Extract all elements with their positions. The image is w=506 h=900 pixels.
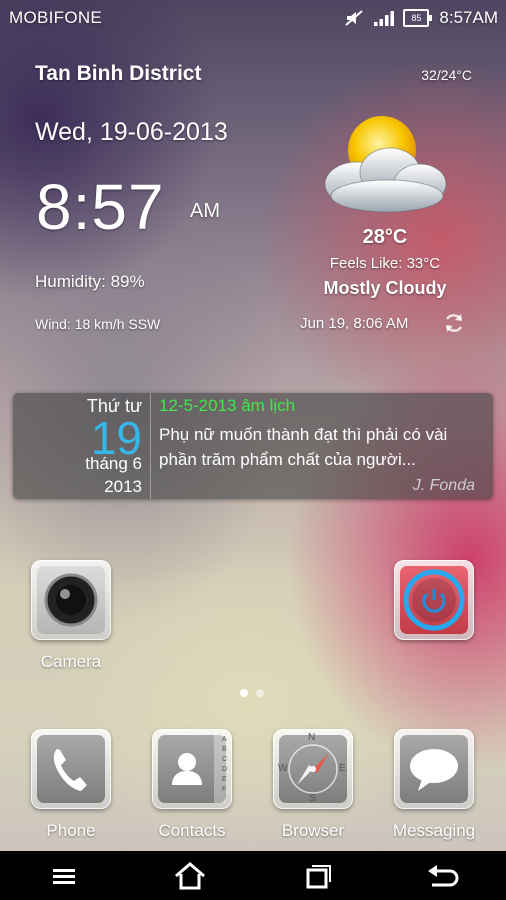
wind-label: Wind: 18 km/h SSW bbox=[35, 316, 161, 332]
contacts-app-button[interactable]: ABCDEF bbox=[152, 729, 232, 809]
refresh-icon[interactable] bbox=[442, 311, 466, 335]
phone-label: Phone bbox=[46, 821, 96, 840]
page-dot-1[interactable] bbox=[240, 689, 248, 697]
page-dot-2[interactable] bbox=[256, 689, 264, 697]
navigation-bar bbox=[0, 851, 506, 900]
back-icon[interactable] bbox=[422, 861, 462, 891]
quote-text: Phụ nữ muốn thành đạt thì phải có vài ph… bbox=[159, 425, 448, 469]
calendar-month: tháng 6 bbox=[85, 454, 142, 473]
last-updated-label: Jun 19, 8:06 AM bbox=[300, 315, 409, 332]
contacts-label: Contacts bbox=[158, 821, 226, 840]
page-indicator[interactable] bbox=[240, 689, 264, 697]
status-time: 8:57AM bbox=[439, 8, 498, 27]
clock-time[interactable]: 8:57 bbox=[36, 170, 165, 244]
weather-condition: Mostly Cloudy bbox=[323, 278, 447, 298]
lunar-date: 12-5-2013 âm lịch bbox=[159, 396, 296, 415]
contacts-index-strip: ABCDEF bbox=[222, 736, 228, 793]
calendar-year: 2013 bbox=[104, 477, 142, 496]
browser-app-button[interactable]: N E S W bbox=[273, 729, 353, 809]
lunar-calendar-widget[interactable]: Thứ tư 19 tháng 6 2013 12-5-2013 âm lịch… bbox=[13, 393, 493, 499]
current-temperature: 28°C bbox=[362, 226, 408, 248]
camera-icon bbox=[37, 566, 105, 634]
compass-south: S bbox=[309, 793, 316, 804]
browser-label: Browser bbox=[281, 821, 345, 840]
recent-apps-icon[interactable] bbox=[296, 861, 336, 891]
mute-icon bbox=[345, 10, 364, 26]
home-icon[interactable] bbox=[170, 861, 210, 891]
messaging-label: Messaging bbox=[392, 821, 476, 840]
quote-author: J. Fonda bbox=[412, 477, 475, 494]
menu-icon[interactable] bbox=[44, 861, 84, 891]
status-bar: MOBIFONE 85 8:57AM bbox=[0, 0, 506, 36]
messaging-icon bbox=[400, 735, 468, 803]
compass-west: W bbox=[278, 763, 288, 774]
phone-icon bbox=[37, 735, 105, 803]
compass-north: N bbox=[308, 732, 316, 743]
power-icon bbox=[400, 566, 468, 634]
partly-cloudy-icon bbox=[324, 116, 447, 213]
date-label: Wed, 19-06-2013 bbox=[35, 118, 228, 146]
high-low-temp: 32/24°C bbox=[421, 67, 472, 83]
contacts-icon bbox=[158, 735, 226, 803]
humidity-label: Humidity: 89% bbox=[35, 272, 145, 291]
feels-like-label: Feels Like: 33°C bbox=[329, 255, 441, 272]
compass-east: E bbox=[339, 763, 346, 774]
location-label: Tan Binh District bbox=[35, 62, 202, 85]
carrier-name: MOBIFONE bbox=[9, 8, 103, 27]
clock-ampm: AM bbox=[190, 200, 220, 222]
camera-app-button[interactable] bbox=[31, 560, 111, 640]
messaging-app-button[interactable] bbox=[394, 729, 474, 809]
calendar-date-panel: Thứ tư 19 tháng 6 2013 bbox=[13, 393, 151, 499]
signal-icon bbox=[374, 11, 395, 26]
camera-label: Camera bbox=[40, 652, 102, 671]
battery-icon: 85 bbox=[403, 9, 433, 27]
phone-app-button[interactable] bbox=[31, 729, 111, 809]
power-widget-button[interactable] bbox=[394, 560, 474, 640]
